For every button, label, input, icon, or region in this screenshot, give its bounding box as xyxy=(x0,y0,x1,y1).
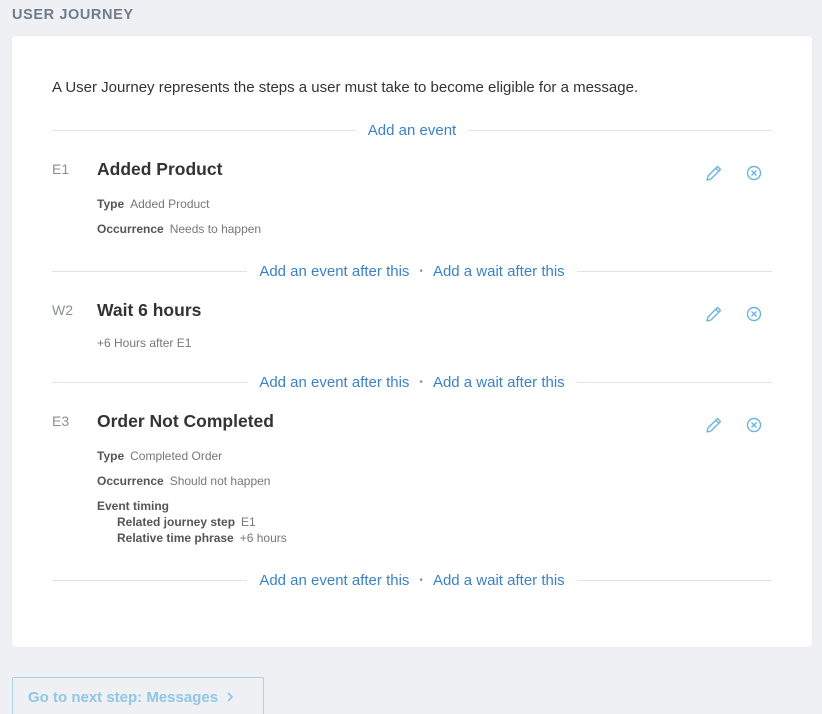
relative-time-label: Relative time phrase xyxy=(117,531,234,545)
add-event-link[interactable]: Add an event xyxy=(368,122,456,139)
step-title: Wait 6 hours xyxy=(97,300,202,320)
separator-dot: • xyxy=(419,265,423,277)
step-title: Added Product xyxy=(97,159,223,179)
add-after-divider-e3: Add an event after this • Add a wait aft… xyxy=(52,570,772,590)
related-step-value: E1 xyxy=(241,515,256,529)
separator-dot: • xyxy=(419,376,423,388)
add-event-after-link[interactable]: Add an event after this xyxy=(259,572,409,589)
type-label: Type xyxy=(97,449,125,463)
occurrence-label: Occurrence xyxy=(97,222,164,236)
related-step-label: Related journey step xyxy=(117,515,236,529)
relative-time-value: +6 hours xyxy=(239,531,287,545)
next-step-button[interactable]: Go to next step: Messages xyxy=(12,677,264,714)
add-event-after-link[interactable]: Add an event after this xyxy=(259,263,409,280)
add-wait-after-link[interactable]: Add a wait after this xyxy=(433,572,565,589)
type-value: Completed Order xyxy=(130,449,223,463)
add-wait-after-link[interactable]: Add a wait after this xyxy=(433,374,565,391)
edit-icon[interactable] xyxy=(702,413,726,437)
section-title: USER JOURNEY xyxy=(12,7,134,23)
next-step-label: Go to next step: Messages xyxy=(28,688,219,706)
edit-icon[interactable] xyxy=(702,161,726,185)
step-id: E3 xyxy=(52,413,70,429)
wait-description: +6 Hours after E1 xyxy=(97,336,192,350)
intro-text: A User Journey represents the steps a us… xyxy=(52,79,639,96)
remove-icon[interactable] xyxy=(742,413,766,437)
add-after-divider-w2: Add an event after this • Add a wait aft… xyxy=(52,372,772,392)
add-event-divider: Add an event xyxy=(52,120,772,140)
separator-dot: • xyxy=(419,574,423,586)
step-id: E1 xyxy=(52,161,70,177)
type-label: Type xyxy=(97,197,125,211)
event-timing-label: Event timing xyxy=(97,499,170,513)
edit-icon[interactable] xyxy=(702,302,726,326)
step-details: +6 Hours after E1 xyxy=(97,335,191,360)
step-id: W2 xyxy=(52,302,73,318)
add-wait-after-link[interactable]: Add a wait after this xyxy=(433,263,565,280)
step-title: Order Not Completed xyxy=(97,411,274,431)
occurrence-value: Needs to happen xyxy=(169,222,262,236)
user-journey-card: A User Journey represents the steps a us… xyxy=(12,36,812,647)
step-details: Type Added Product Occurrence Needs to hap… xyxy=(97,196,261,246)
remove-icon[interactable] xyxy=(742,302,766,326)
type-value: Added Product xyxy=(130,197,210,211)
occurrence-value: Should not happen xyxy=(169,474,271,488)
chevron-right-icon xyxy=(226,689,234,706)
add-event-after-link[interactable]: Add an event after this xyxy=(259,374,409,391)
occurrence-label: Occurrence xyxy=(97,474,164,488)
step-details: Type Completed Order Occurrence Should not… xyxy=(97,448,287,546)
add-after-divider-e1: Add an event after this • Add a wait aft… xyxy=(52,261,772,281)
remove-icon[interactable] xyxy=(742,161,766,185)
